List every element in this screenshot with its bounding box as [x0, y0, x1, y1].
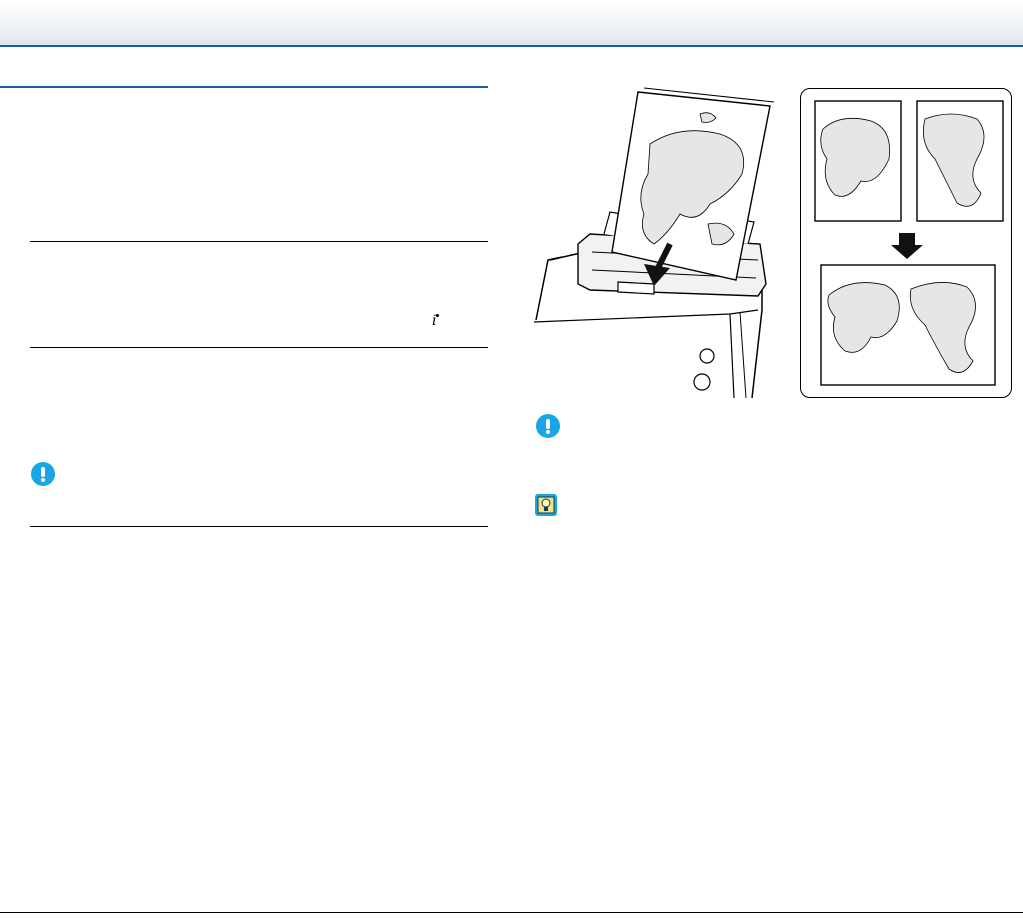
header-band — [0, 0, 1023, 46]
info-glyph: i — [432, 313, 440, 329]
hint-lightbulb-icon — [535, 494, 557, 516]
stitched-map-panel — [800, 88, 1012, 398]
footer-rule — [0, 912, 1023, 913]
divider — [30, 526, 488, 527]
important-icon — [536, 414, 560, 438]
header-rule — [0, 45, 1023, 47]
scanner-feeding-illustration — [533, 87, 775, 398]
divider — [30, 241, 488, 242]
important-icon — [31, 462, 55, 486]
section-rule — [0, 86, 488, 88]
divider — [30, 347, 488, 348]
stitched-map-illustration — [814, 100, 1004, 386]
